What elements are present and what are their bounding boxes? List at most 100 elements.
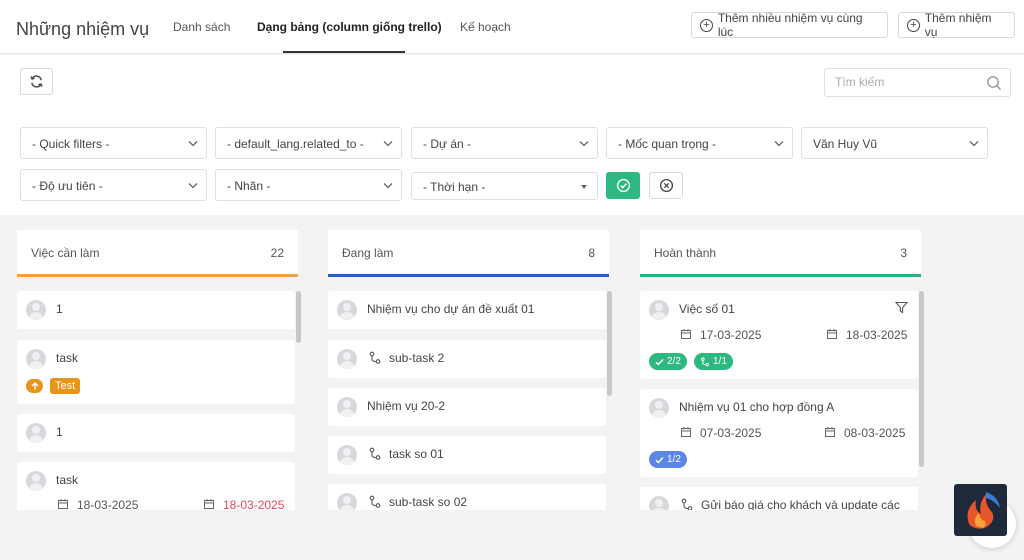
tab-board[interactable]: Dạng bảng (column giống trello) xyxy=(257,20,442,34)
caret-down-icon xyxy=(581,185,587,189)
chevron-down-icon xyxy=(188,141,198,147)
add-task-label: Thêm nhiệm vụ xyxy=(924,11,992,39)
refresh-button[interactable] xyxy=(20,68,53,95)
task-title: 1 xyxy=(56,425,63,439)
checklist-badge: 2/2 xyxy=(649,353,687,370)
label-select[interactable]: - Nhãn - xyxy=(215,169,402,201)
due-date: 18-03-2025 xyxy=(846,328,908,342)
plus-circle-icon: + xyxy=(700,18,713,32)
logo-graphic xyxy=(967,492,1000,529)
avatar xyxy=(337,445,357,465)
add-task-button[interactable]: + Thêm nhiệm vụ xyxy=(898,11,1015,39)
tab-plan[interactable]: Kế hoạch xyxy=(460,20,511,34)
search-input[interactable] xyxy=(835,75,985,89)
task-card[interactable]: task Test xyxy=(17,340,295,404)
priority-up-icon xyxy=(26,379,43,393)
avatar xyxy=(26,471,46,491)
column-count: 8 xyxy=(588,246,595,260)
task-title: sub-task so 02 xyxy=(389,495,468,509)
column-color-bar xyxy=(640,274,921,277)
avatar xyxy=(649,300,669,320)
search-icon[interactable] xyxy=(986,75,1002,91)
app-logo xyxy=(954,484,1007,536)
avatar xyxy=(337,349,357,369)
task-card[interactable]: Nhiệm vụ 20-2 xyxy=(328,388,606,426)
add-multiple-tasks-button[interactable]: + Thêm nhiều nhiệm vụ cùng lúc xyxy=(691,11,888,39)
task-title: Nhiệm vụ 01 cho hợp đồng A xyxy=(679,400,835,414)
calendar-icon xyxy=(681,329,691,339)
task-card[interactable]: task 18-03-2025 18-03-2025 xyxy=(17,462,295,510)
due-date: 08-03-2025 xyxy=(844,426,906,440)
task-title: Nhiệm vụ 20-2 xyxy=(367,399,446,413)
task-title: task xyxy=(56,473,79,487)
assignee-select[interactable]: Văn Huy Vũ xyxy=(801,127,988,159)
column-color-bar xyxy=(328,274,609,277)
column-title: Hoàn thành xyxy=(654,246,717,260)
active-tab-indicator xyxy=(283,51,405,53)
calendar-icon xyxy=(58,499,68,509)
avatar xyxy=(26,423,46,443)
project-select[interactable]: - Dự án - xyxy=(411,127,598,159)
column-doing: Nhiệm vụ cho dự án đề xuất 01 sub-task 2… xyxy=(328,291,618,510)
calendar-icon xyxy=(825,427,835,437)
subtask-icon xyxy=(369,495,381,508)
column-count: 3 xyxy=(900,246,907,260)
task-title: Gửi báo giá cho khách và update các xyxy=(701,498,900,510)
kanban-board: Việc cần làm 22 1 task Test 1 task 18-03… xyxy=(0,215,1024,560)
column-header-todo: Việc cần làm 22 xyxy=(17,230,298,277)
column-scrollbar[interactable] xyxy=(607,291,612,396)
column-scrollbar[interactable] xyxy=(296,291,301,343)
avatar xyxy=(649,496,669,510)
avatar xyxy=(649,398,669,418)
subtask-badge: 1/1 xyxy=(694,353,733,370)
task-card[interactable]: 1 xyxy=(17,291,295,329)
chevron-down-icon xyxy=(188,183,198,189)
subtask-icon xyxy=(701,356,709,366)
avatar xyxy=(337,300,357,320)
subtask-icon xyxy=(369,351,381,364)
top-bar: Những nhiệm vụ Danh sách Dạng bảng (colu… xyxy=(0,0,1024,54)
task-title: Việc số 01 xyxy=(679,302,735,316)
calendar-icon xyxy=(204,499,214,509)
task-title: task so 01 xyxy=(389,447,444,461)
priority-select[interactable]: - Độ ưu tiên - xyxy=(20,169,207,201)
calendar-icon xyxy=(827,329,837,339)
task-card[interactable]: sub-task 2 xyxy=(328,340,606,378)
deadline-select[interactable]: - Thời hạn - xyxy=(411,172,598,200)
chevron-down-icon xyxy=(383,183,393,189)
task-title: 1 xyxy=(56,302,63,316)
apply-filters-button[interactable] xyxy=(606,172,640,199)
filter-icon[interactable] xyxy=(895,301,908,314)
checklist-badge: 1/2 xyxy=(649,451,687,468)
task-card[interactable]: sub-task so 02 xyxy=(328,484,606,510)
tab-list[interactable]: Danh sách xyxy=(173,20,230,34)
avatar xyxy=(26,300,46,320)
column-color-bar xyxy=(17,274,298,277)
task-card[interactable]: 1 xyxy=(17,414,295,452)
column-header-done: Hoàn thành 3 xyxy=(640,230,921,277)
label-tag: Test xyxy=(50,378,81,394)
task-card[interactable]: Việc số 01 17-03-2025 18-03-2025 2/2 1/1 xyxy=(640,291,918,379)
quick-filters-select[interactable]: - Quick filters - xyxy=(20,127,207,159)
subtask-icon xyxy=(681,498,693,510)
start-date: 17-03-2025 xyxy=(700,328,762,342)
column-count: 22 xyxy=(270,246,284,260)
milestone-select[interactable]: - Mốc quan trọng - xyxy=(606,127,793,159)
task-title: Nhiệm vụ cho dự án đề xuất 01 xyxy=(367,302,535,316)
chevron-down-icon xyxy=(774,141,784,147)
column-scrollbar[interactable] xyxy=(919,291,924,467)
task-card[interactable]: Nhiệm vụ cho dự án đề xuất 01 xyxy=(328,291,606,329)
calendar-icon xyxy=(681,427,691,437)
related-to-select[interactable]: - default_lang.related_to - xyxy=(215,127,402,159)
column-todo: 1 task Test 1 task 18-03-2025 18-03-2025 xyxy=(17,291,307,510)
task-title: sub-task 2 xyxy=(389,351,445,365)
avatar xyxy=(337,397,357,417)
start-date: 18-03-2025 xyxy=(77,498,139,510)
task-card[interactable]: Gửi báo giá cho khách và update các xyxy=(640,487,918,510)
chevron-down-icon xyxy=(579,141,589,147)
column-header-doing: Đang làm 8 xyxy=(328,230,609,277)
clear-filters-button[interactable] xyxy=(649,172,683,199)
task-card[interactable]: Nhiệm vụ 01 cho hợp đồng A 07-03-2025 08… xyxy=(640,389,918,477)
chevron-down-icon xyxy=(383,141,393,147)
task-card[interactable]: task so 01 xyxy=(328,436,606,474)
